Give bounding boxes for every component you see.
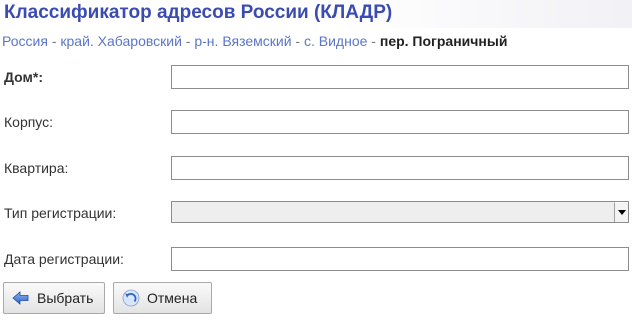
select-button-label: Выбрать [37,290,94,306]
cancel-button[interactable]: Отмена [113,282,212,314]
apartment-input[interactable] [171,156,629,180]
breadcrumb-link-district[interactable]: р-н. Вяземский [194,33,291,49]
select-button[interactable]: Выбрать [3,282,105,314]
breadcrumb-link-region[interactable]: край. Хабаровский [60,33,182,49]
registration-type-select[interactable] [171,201,629,223]
cancel-button-label: Отмена [147,290,198,306]
house-label: Дом*: [4,69,43,85]
arrow-left-icon [12,289,30,307]
apartment-label: Квартира: [4,160,69,176]
breadcrumb: Россия - край. Хабаровский - р-н. Вяземс… [2,33,507,49]
page-title: Классификатор адресов России (КЛАДР) [4,2,393,23]
dropdown-button[interactable] [614,202,628,222]
breadcrumb-current: пер. Пограничный [379,33,508,49]
breadcrumb-link-settlement[interactable]: с. Видное [304,33,367,49]
chevron-down-icon [618,210,626,215]
registration-date-input[interactable] [171,247,629,271]
undo-icon [122,289,140,307]
breadcrumb-link-country[interactable]: Россия [2,33,48,49]
registration-date-label: Дата регистрации: [4,251,124,267]
title-bar: Классификатор адресов России (КЛАДР) [0,0,632,28]
house-input[interactable] [171,65,629,89]
breadcrumb-separator: - [371,33,380,49]
building-label: Корпус: [4,114,54,130]
registration-type-label: Тип регистрации: [4,205,117,221]
building-input[interactable] [171,110,629,134]
breadcrumb-separator: - [295,33,304,49]
